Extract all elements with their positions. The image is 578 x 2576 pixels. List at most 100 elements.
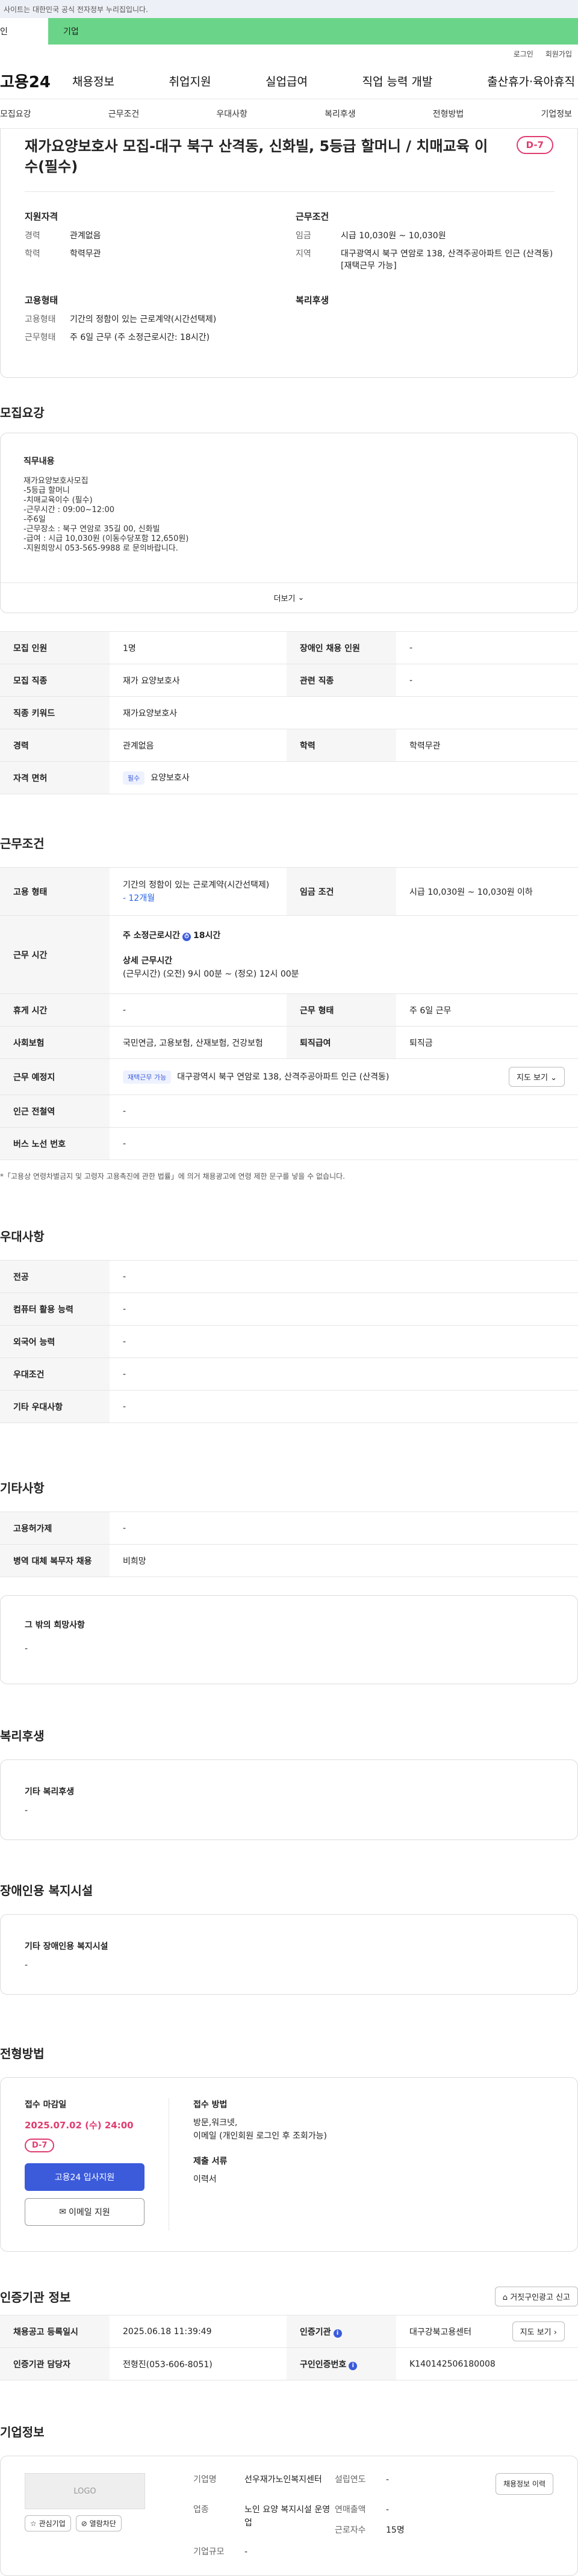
email-apply-button[interactable]: ✉ 이메일 지원 — [25, 2198, 144, 2226]
table-label: 관련 직종 — [287, 664, 396, 697]
location-value: 대구광역시 북구 연암로 138, 산격주공아파트 인근 (산격동) [재택근무… — [341, 249, 553, 271]
company-logo: LOGO — [25, 2473, 145, 2509]
login-link[interactable]: 로그인 — [514, 49, 533, 59]
job-summary-card: 재가요양보호사 모집-대구 북구 산격동, 신화빌, 5등급 할머니 / 치매교… — [0, 129, 578, 378]
gnb-item-jobs[interactable]: 채용정보 — [72, 73, 114, 89]
tab-welfare[interactable]: 복리후생 — [325, 108, 356, 120]
duty-line: 재가요양보호사모집 — [23, 477, 89, 486]
welfare-value: - — [25, 1806, 28, 1815]
tab-corporate[interactable]: 기업 — [48, 18, 578, 45]
org-value: 대구강북고용센터 — [409, 2327, 472, 2337]
table-row: 모집 직종 재가 요양보호사 관련 직종 - — [0, 664, 578, 697]
tab-selection[interactable]: 전형방법 — [433, 108, 464, 120]
company-logo-column: LOGO ☆ 관심기업 ⊘ 열람차단 — [25, 2473, 145, 2559]
table-value: - — [396, 631, 578, 664]
agency-header: 인증기관 정보 ⌂ 거짓구인광고 신고 — [0, 2287, 578, 2306]
company-section-title: 기업정보 — [0, 2425, 45, 2439]
table-row: 인근 전철역 - — [0, 1095, 578, 1128]
docs-value: 이력서 — [193, 2175, 217, 2184]
welfare-box: 기타 복리후생 - — [0, 1759, 578, 1840]
sales-label: 연매출액 — [335, 2505, 366, 2515]
map-button-label: 지도 보기 — [516, 1073, 548, 1083]
email-apply-label: 이메일 지원 — [68, 2208, 110, 2217]
detail-hours-value: (근무시간) (오전) 9시 00분 ~ (정오) 12시 00분 — [123, 969, 299, 979]
table-label: 사회보험 — [0, 1026, 110, 1059]
education-value: 학력무관 — [70, 249, 101, 259]
work-section-title: 근무조건 — [0, 836, 45, 851]
gnb-menu: 채용정보 취업지원 실업급여 직업 능력 개발 출산휴가·육아휴직 — [72, 73, 578, 89]
career-label: 경력 — [25, 231, 40, 241]
etc-section-title: 기타사항 — [0, 1481, 45, 1495]
block-view-button[interactable]: ⊘ 열람차단 — [75, 2515, 122, 2531]
table-value: 재택근무 가능 대구광역시 북구 연암로 138, 산격주공아파트 인근 (산격동… — [110, 1058, 578, 1095]
table-value: - — [396, 664, 578, 697]
table-row: 기타 우대사항 - — [0, 1390, 578, 1423]
place-value: 대구광역시 북구 연암로 138, 산격주공아파트 인근 (산격동) — [177, 1072, 390, 1082]
org-label: 인증기관 — [300, 2327, 331, 2337]
deadline-dday-badge: D-7 — [25, 2139, 55, 2152]
industry-value: 노인 요양 복지시설 운영업 — [244, 2505, 331, 2528]
site-logo[interactable]: 고용24 — [0, 70, 72, 92]
warning-icon: ⌂ — [502, 2293, 508, 2302]
hiring-history-button[interactable]: 채용정보 이력 — [495, 2473, 553, 2495]
table-value: 비희망 — [110, 1544, 578, 1577]
duty-line: -주6일 — [23, 515, 46, 524]
info-icon: i — [349, 2361, 358, 2370]
method-value-2: 이메일 (개인회원 로그인 후 조회가능) — [193, 2131, 327, 2141]
gnb-item-unemployment-benefit[interactable]: 실업급여 — [266, 73, 308, 89]
duty-line: -치매교육이수 (필수) — [23, 496, 93, 505]
tab-personal-label: 인 — [0, 27, 8, 37]
map-view-button[interactable]: 지도 보기 ⌄ — [508, 1067, 565, 1087]
table-label: 외국어 능력 — [0, 1325, 110, 1358]
table-value: 전형진(053-606-8051) — [110, 2347, 287, 2380]
table-label: 구인인증번호 i — [287, 2347, 396, 2380]
selection-box: 접수 마감일 2025.07.02 (수) 24:00 D-7 고용24 입사지… — [0, 2077, 578, 2252]
gnb-item-skill-development[interactable]: 직업 능력 개발 — [362, 73, 433, 89]
other-wish-heading: 그 밖의 희망사항 — [25, 1620, 85, 1630]
table-value: - — [110, 1260, 578, 1293]
remote-badge: 재택근무 가능 — [123, 1070, 172, 1084]
emptype-label: 고용형태 — [25, 315, 56, 324]
tab-corporate-label: 기업 — [63, 27, 79, 37]
wage-value: 시급 10,030원 ~ 10,030원 — [341, 231, 446, 241]
deadline-value: 2025.07.02 (수) 24:00 — [25, 2120, 134, 2131]
chevron-down-icon: ⌄ — [550, 1073, 557, 1083]
tab-work-conditions[interactable]: 근무조건 — [108, 108, 140, 120]
detail-anchor-tabs: 모집요강 근무조건 우대사항 복리후생 전형방법 기업정보 — [0, 99, 578, 129]
employment-heading: 고용형태 — [25, 295, 58, 306]
apply-button[interactable]: 고용24 입사지원 — [25, 2163, 144, 2191]
table-row: 인증기관 담당자 전형진(053-606-8051) 구인인증번호 i K1401… — [0, 2347, 578, 2380]
agency-section-title: 인증기관 정보 — [0, 2290, 71, 2305]
more-button[interactable]: 더보기 ⌄ — [1, 582, 577, 613]
table-value: 시급 10,030원 ~ 10,030원 이하 — [396, 867, 578, 916]
tab-preferences[interactable]: 우대사항 — [216, 108, 247, 120]
tab-company[interactable]: 기업정보 — [541, 108, 572, 120]
table-value: 국민연금, 고용보험, 산재보험, 건강보험 — [110, 1026, 287, 1059]
global-nav: 고용24 채용정보 취업지원 실업급여 직업 능력 개발 출산휴가·육아휴직 — [0, 63, 578, 99]
emp-period: - 12개월 — [123, 893, 155, 903]
gnb-item-parental-leave[interactable]: 출산휴가·육아휴직 — [487, 73, 575, 89]
table-row: 직종 키워드 재가요양보호사 — [0, 696, 578, 729]
tab-recruit[interactable]: 모집요강 — [0, 108, 31, 120]
employees-label: 근로자수 — [335, 2525, 366, 2535]
table-value: 학력무관 — [396, 729, 578, 762]
disabled-box: 기타 장애인용 복지시설 - — [0, 1914, 578, 1995]
qualification-heading: 지원자격 — [25, 211, 58, 222]
favorite-company-button[interactable]: ☆ 관심기업 — [25, 2515, 71, 2531]
report-button[interactable]: ⌂ 거짓구인광고 신고 — [494, 2287, 578, 2306]
emp-type-value: 기간의 정함이 있는 근로계약(시간선택제) — [123, 880, 270, 890]
signup-link[interactable]: 회원가입 — [545, 49, 572, 59]
table-label: 장애인 채용 인원 — [287, 631, 396, 664]
pref-section-title: 우대사항 — [0, 1229, 45, 1244]
license-value: 요양보호사 — [151, 773, 190, 783]
emptype-value: 기간의 정함이 있는 근로계약(시간선택제) — [70, 315, 217, 324]
welfare-section-title: 복리후생 — [0, 1729, 45, 1743]
agency-map-button[interactable]: 지도 보기 › — [512, 2321, 565, 2341]
table-label: 인증기관 담당자 — [0, 2347, 110, 2380]
required-badge: 필수 — [123, 771, 145, 785]
conditions-block: 근무조건 임금 시급 10,030원 ~ 10,030원 지역 대구광역시 북구 연… — [296, 210, 555, 278]
tab-personal[interactable]: 인 — [0, 18, 48, 45]
map-button-label: 지도 보기 — [520, 2328, 552, 2337]
table-label: 고용 형태 — [0, 867, 110, 916]
gnb-item-employment-support[interactable]: 취업지원 — [169, 73, 211, 89]
